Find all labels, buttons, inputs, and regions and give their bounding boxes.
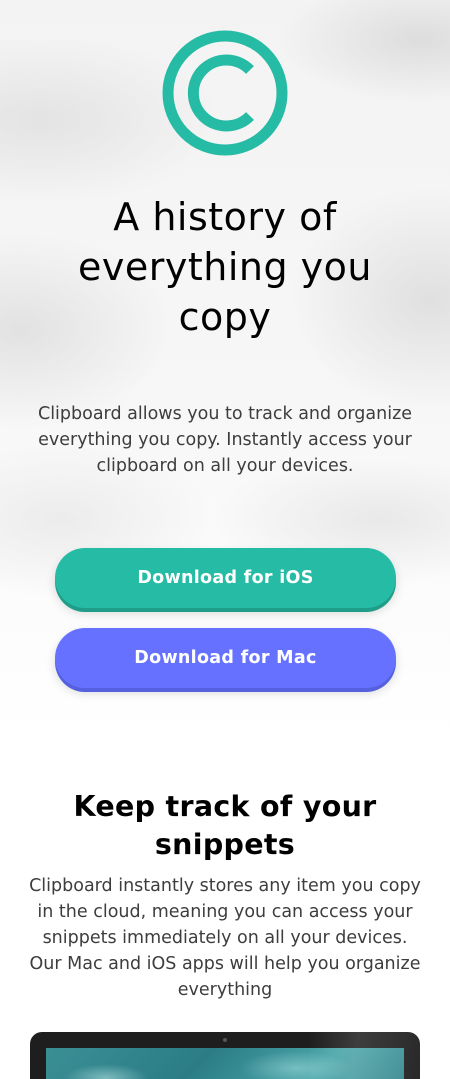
computer-mockup-image — [30, 1032, 420, 1079]
download-mac-button[interactable]: Download for Mac — [55, 628, 396, 688]
hero-description: Clipboard allows you to track and organi… — [37, 404, 413, 476]
snippets-section-description: Clipboard instantly stores any item you … — [29, 876, 421, 1000]
hero-title: A history of everything you copy — [77, 195, 372, 339]
camera-dot — [223, 1038, 227, 1042]
screen-reflection — [310, 1032, 420, 1079]
snippets-section-title: Keep track of your snippets — [73, 790, 377, 861]
clipboard-logo-icon — [162, 30, 288, 156]
download-ios-button[interactable]: Download for iOS — [55, 548, 396, 608]
